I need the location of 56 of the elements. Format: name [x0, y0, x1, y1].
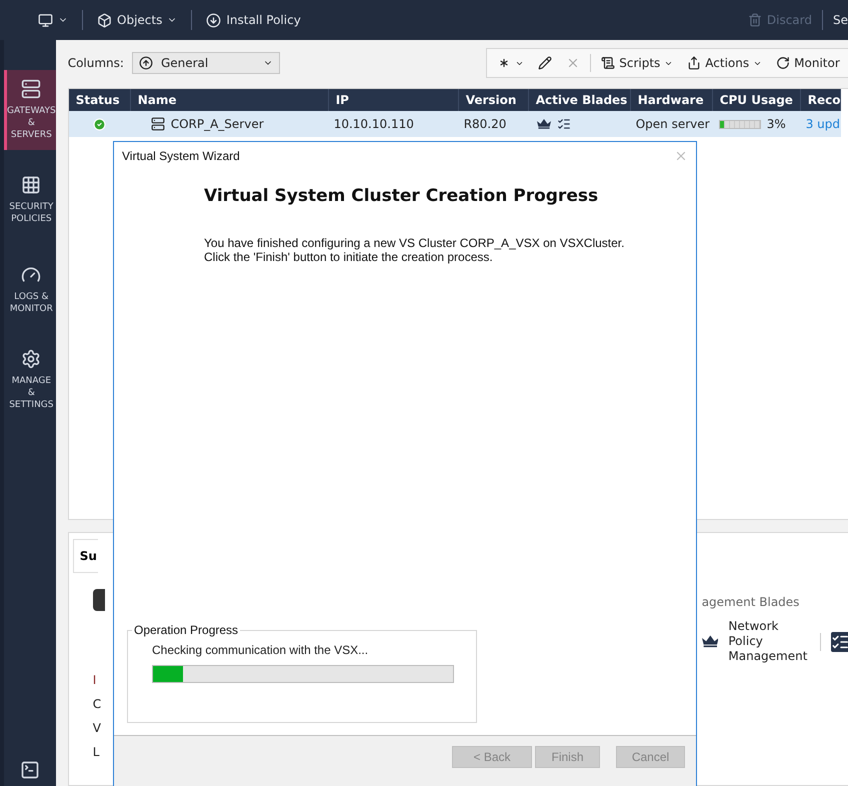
arrow-up-icon	[138, 56, 153, 70]
dialog-title: Virtual System Wizard	[122, 149, 240, 163]
blade-label: Network Policy Management	[728, 619, 808, 664]
columns-dropdown[interactable]: General	[132, 52, 280, 74]
column-header[interactable]: Hardware	[630, 89, 713, 111]
details-tab[interactable]: Su	[72, 539, 98, 573]
group-legend: Operation Progress	[132, 623, 240, 637]
table-cell: R80.20	[464, 117, 506, 131]
download-icon	[206, 12, 222, 28]
terminal-icon[interactable]	[20, 760, 40, 780]
column-header[interactable]: IP	[328, 89, 459, 111]
device-icon	[92, 589, 105, 611]
toolbar-menu[interactable]: Actions	[683, 56, 766, 70]
gear-icon	[21, 349, 42, 369]
column-header[interactable]: Status	[68, 89, 131, 111]
refresh-icon	[776, 56, 790, 70]
scroll-icon	[601, 56, 616, 70]
blades-heading: agement Blades	[702, 595, 800, 609]
sidebar-item[interactable]: GATEWAYS & SERVERS	[4, 70, 56, 150]
objects-menu[interactable]: Objects	[93, 8, 182, 32]
detail-label: I	[92, 673, 98, 689]
table-cell: Open server	[636, 117, 710, 131]
column-header[interactable]: Active Blades	[528, 89, 631, 111]
crown-icon	[702, 635, 718, 648]
table-cell: CORP_A_Server	[170, 117, 264, 131]
server-icon	[21, 79, 42, 99]
checklist-icon	[556, 117, 571, 131]
trash-icon	[748, 13, 762, 27]
grid-icon	[21, 175, 42, 195]
share-icon	[687, 56, 702, 70]
server-icon	[150, 117, 165, 131]
sidebar-item[interactable]: SECURITY POLICIES	[4, 160, 56, 240]
columns-label: Columns:	[68, 56, 124, 70]
cpu-meter	[718, 120, 761, 128]
top-menu-item[interactable]: Se	[833, 13, 848, 27]
toolbar-menu[interactable]: Scripts	[597, 56, 678, 70]
progress-status: Checking communication with the VSX...	[152, 643, 370, 657]
description-text: You have finished configuring a new VS Cluster CORP_A_VSX on VSXCluster.	[204, 236, 626, 250]
sidebar-item[interactable]: LOGS & MONITOR	[4, 250, 56, 330]
detail-label: C	[92, 697, 98, 713]
pencil-icon	[538, 56, 552, 70]
column-header[interactable]: Version	[458, 89, 529, 111]
install-policy-button[interactable]: Install Policy	[202, 8, 305, 32]
description-text: Click the 'Finish' button to initiate the creation process.	[204, 250, 494, 264]
monitor-button[interactable]: Monitor	[772, 56, 844, 70]
sidebar-item[interactable]: MANAGE & SETTINGS	[4, 340, 56, 420]
detail-label: L	[92, 745, 98, 761]
column-header[interactable]: CPU Usage	[712, 89, 801, 111]
cpu-reading: 3%	[766, 117, 786, 131]
column-header[interactable]: Name	[130, 89, 329, 111]
table-cell: 10.10.10.110	[334, 117, 414, 131]
column-header[interactable]: Reco	[800, 89, 841, 111]
monitor-icon	[38, 12, 53, 28]
dialog-heading: Virtual System Cluster Creation Progress	[204, 186, 600, 206]
crown-icon	[536, 119, 551, 129]
cube-icon	[97, 12, 112, 28]
